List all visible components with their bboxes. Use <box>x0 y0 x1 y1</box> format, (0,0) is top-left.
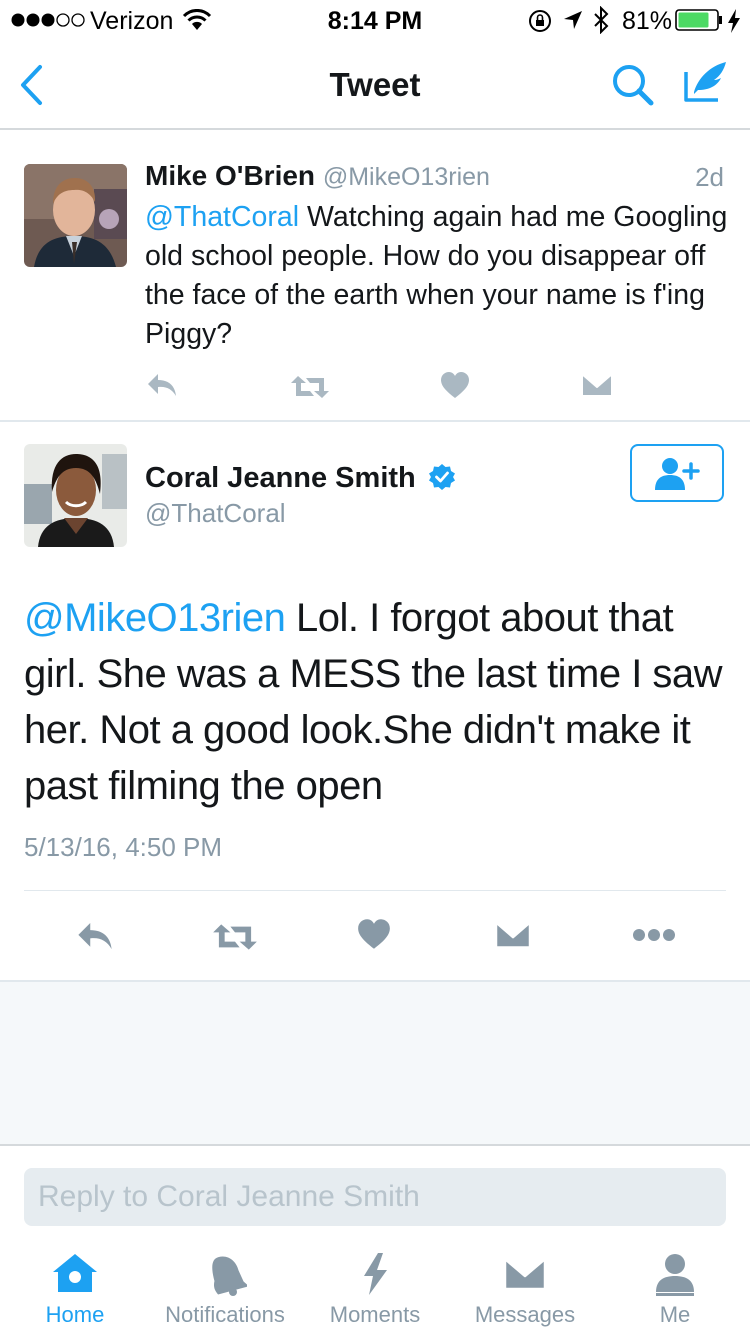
tab-home[interactable]: Home <box>20 1242 130 1334</box>
notifications-icon <box>203 1252 247 1298</box>
focused-tweet: Coral Jeanne Smith @ThatCoral @MikeO13ri… <box>0 422 750 982</box>
direct-message-icon[interactable] <box>581 373 613 397</box>
tab-label: Me <box>659 1302 691 1327</box>
tab-label: Notifications <box>165 1302 285 1327</box>
retweet-icon[interactable] <box>290 374 330 400</box>
reply-icon[interactable] <box>76 920 114 952</box>
tab-label: Moments <box>329 1302 421 1327</box>
retweet-icon[interactable] <box>212 922 258 952</box>
tab-moments[interactable]: Moments <box>320 1242 430 1334</box>
author-name-line: Coral Jeanne Smith <box>145 462 456 495</box>
compose-icon[interactable] <box>684 60 728 104</box>
verified-icon <box>428 463 456 491</box>
status-bar: Verizon 8:14 PM 81% <box>0 0 750 40</box>
messages-icon <box>504 1252 546 1290</box>
reply-icon[interactable] <box>146 372 178 398</box>
more-icon[interactable] <box>632 928 676 942</box>
avatar[interactable] <box>24 164 127 267</box>
reply-context-tweet[interactable]: Mike O'Brien @MikeO13rien 2d @ThatCoral … <box>0 142 750 422</box>
battery-percent: 81% <box>622 7 673 35</box>
tab-notifications[interactable]: Notifications <box>155 1242 295 1334</box>
mention-link[interactable]: @ThatCoral <box>145 201 299 233</box>
tweet-age: 2d <box>695 162 724 192</box>
empty-replies-area <box>0 982 750 1146</box>
location-arrow-icon <box>563 10 583 30</box>
tweet-text: @MikeO13rien Lol. I forgot about that gi… <box>24 590 734 814</box>
tab-bar: Home Notifications Moments Messages Me <box>0 1242 750 1334</box>
mention-link[interactable]: @MikeO13rien <box>24 596 286 640</box>
avatar[interactable] <box>24 444 127 547</box>
like-icon[interactable] <box>440 371 470 399</box>
tweet-text: @ThatCoral Watching again had me Googlin… <box>145 198 735 354</box>
me-icon <box>654 1252 696 1296</box>
reply-input[interactable] <box>24 1168 726 1226</box>
tweet-timestamp: 5/13/16, 4:50 PM <box>24 832 223 862</box>
follow-icon <box>654 456 702 492</box>
reply-bar <box>0 1146 750 1242</box>
battery-icon <box>675 9 723 31</box>
tab-messages[interactable]: Messages <box>465 1242 585 1334</box>
search-icon[interactable] <box>610 62 656 108</box>
author-name[interactable]: Coral Jeanne Smith <box>145 462 416 494</box>
tab-label: Messages <box>474 1302 576 1327</box>
divider <box>24 890 726 891</box>
author-handle[interactable]: @MikeO13rien <box>323 163 490 191</box>
home-icon <box>51 1252 99 1294</box>
bluetooth-icon <box>593 6 609 34</box>
direct-message-icon[interactable] <box>495 921 531 949</box>
like-icon[interactable] <box>357 918 391 950</box>
author-line: Mike O'Brien @MikeO13rien <box>145 160 490 192</box>
tab-label: Home <box>45 1302 105 1327</box>
nav-bar: Tweet <box>0 40 750 130</box>
author-name[interactable]: Mike O'Brien <box>145 160 315 191</box>
moments-icon <box>361 1252 389 1296</box>
lock-rotation-icon <box>528 9 552 33</box>
charging-icon <box>727 9 741 33</box>
author-handle[interactable]: @ThatCoral <box>145 498 286 529</box>
follow-button[interactable] <box>630 444 724 502</box>
tab-me[interactable]: Me <box>620 1242 730 1334</box>
